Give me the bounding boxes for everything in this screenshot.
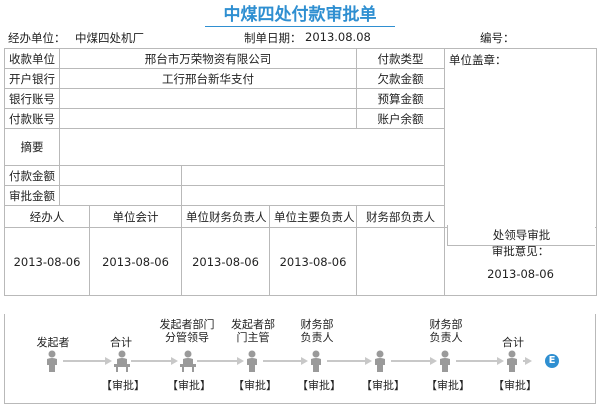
flow-arrow-head [237,357,244,365]
desk-person-icon [179,350,196,372]
pay-amount-label: 付款金额 [4,165,60,186]
summary-label: 摘要 [4,128,60,166]
flow-end-icon: E [545,354,559,368]
flow-arrow-head [105,357,112,365]
flow-arrow-head [497,357,504,365]
sig-header-finance-head: 单位财务负责人 [181,205,270,228]
flow-node-label: 财务部 负责人 [429,318,463,344]
account-value[interactable] [59,88,357,109]
bank-label: 开户银行 [4,68,60,89]
sig-header-finance-dept: 财务部负责人 [356,205,445,228]
sig-header-handler: 经办人 [4,205,90,228]
person-icon [45,350,59,372]
flow-node-label: 财务部 负责人 [300,318,334,344]
payment-type-label: 付款类型 [356,48,445,69]
date-label: 制单日期： [244,31,302,45]
person-icon [245,350,259,372]
owed-label: 欠款金额 [356,68,445,89]
flow-approve-link[interactable]: 【审批】 [361,377,405,393]
approved-amount-words[interactable] [181,185,445,206]
page-title: 中煤四处付款审批单 [205,4,395,27]
approved-amount-label: 审批金额 [4,185,60,206]
date-value: 2013.08.08 [305,30,371,44]
pay-account-label: 付款账号 [4,108,60,129]
payee-value[interactable]: 邢台市万荣物资有限公司 [59,48,357,69]
flow-arrow-head [171,357,178,365]
sig-date-finance-head: 2013-08-06 [181,227,270,296]
flow-node-label: 合计 [110,336,132,349]
unit-label: 经办单位： [8,31,66,45]
seal-label: 单位盖章： [449,53,507,67]
flow-node-label: 发起者 [36,336,70,349]
sig-date-accountant: 2013-08-06 [89,227,182,296]
flow-arrow-line [131,360,171,362]
sig-header-leader: 处领导审批 [447,225,595,246]
flow-approve-link[interactable]: 【审批】 [233,377,277,393]
flow-arrow-line [263,360,301,362]
number-label: 编号： [480,31,515,45]
workflow-panel: 发起者 合计【审批】 发起者部门 分管领导【审批】 发起者部 门主管【审批】 财务部 负责人【… [4,314,596,404]
flow-arrow-head [430,357,437,365]
flow-node-label: 发起者部 门主管 [231,318,275,344]
sig-header-unit-head: 单位主要负责人 [269,205,357,228]
flow-arrow-line [63,360,105,362]
flow-arrow-head [525,357,532,365]
flow-arrow-line [391,360,430,362]
seal-area: 单位盖章： [444,48,597,228]
unit-value: 中煤四处机厂 [75,31,144,45]
flow-arrow-head [301,357,308,365]
person-icon [505,350,519,372]
approved-amount-value[interactable] [59,185,182,206]
flow-arrow-head [365,357,372,365]
person-icon [438,350,452,372]
flow-approve-link[interactable]: 【审批】 [101,377,145,393]
sig-date-unit-head: 2013-08-06 [269,227,357,296]
person-icon [309,350,323,372]
flow-approve-link[interactable]: 【审批】 [167,377,211,393]
payment-form-table: 收款单位 邢台市万荣物资有限公司 付款类型 单位盖章： 开户银行 工行邢台新华支… [4,48,597,296]
pay-amount-value[interactable] [59,165,182,186]
sig-header-accountant: 单位会计 [89,205,182,228]
desk-person-icon [113,350,130,372]
flow-node-label: 合计 [502,336,524,349]
summary-value[interactable] [59,128,445,166]
payee-label: 收款单位 [4,48,60,69]
pay-account-value[interactable] [59,108,357,129]
flow-approve-link[interactable]: 【审批】 [426,377,470,393]
flow-approve-link[interactable]: 【审批】 [297,377,341,393]
sig-date-finance-dept [356,227,445,296]
balance-label: 账户余额 [356,108,445,129]
bank-value[interactable]: 工行邢台新华支付 [59,68,357,89]
flow-arrow-line [327,360,365,362]
flow-arrow-line [456,360,497,362]
flow-approve-link[interactable]: 【审批】 [493,377,537,393]
account-label: 银行账号 [4,88,60,109]
sig-date-handler: 2013-08-06 [4,227,90,296]
flow-arrow-line [197,360,237,362]
person-icon [373,350,387,372]
leader-approval-date: 2013-08-06 [487,266,554,281]
budget-label: 预算金额 [356,88,445,109]
flow-node-label: 发起者部门 分管领导 [159,318,215,344]
pay-amount-words[interactable] [181,165,445,186]
